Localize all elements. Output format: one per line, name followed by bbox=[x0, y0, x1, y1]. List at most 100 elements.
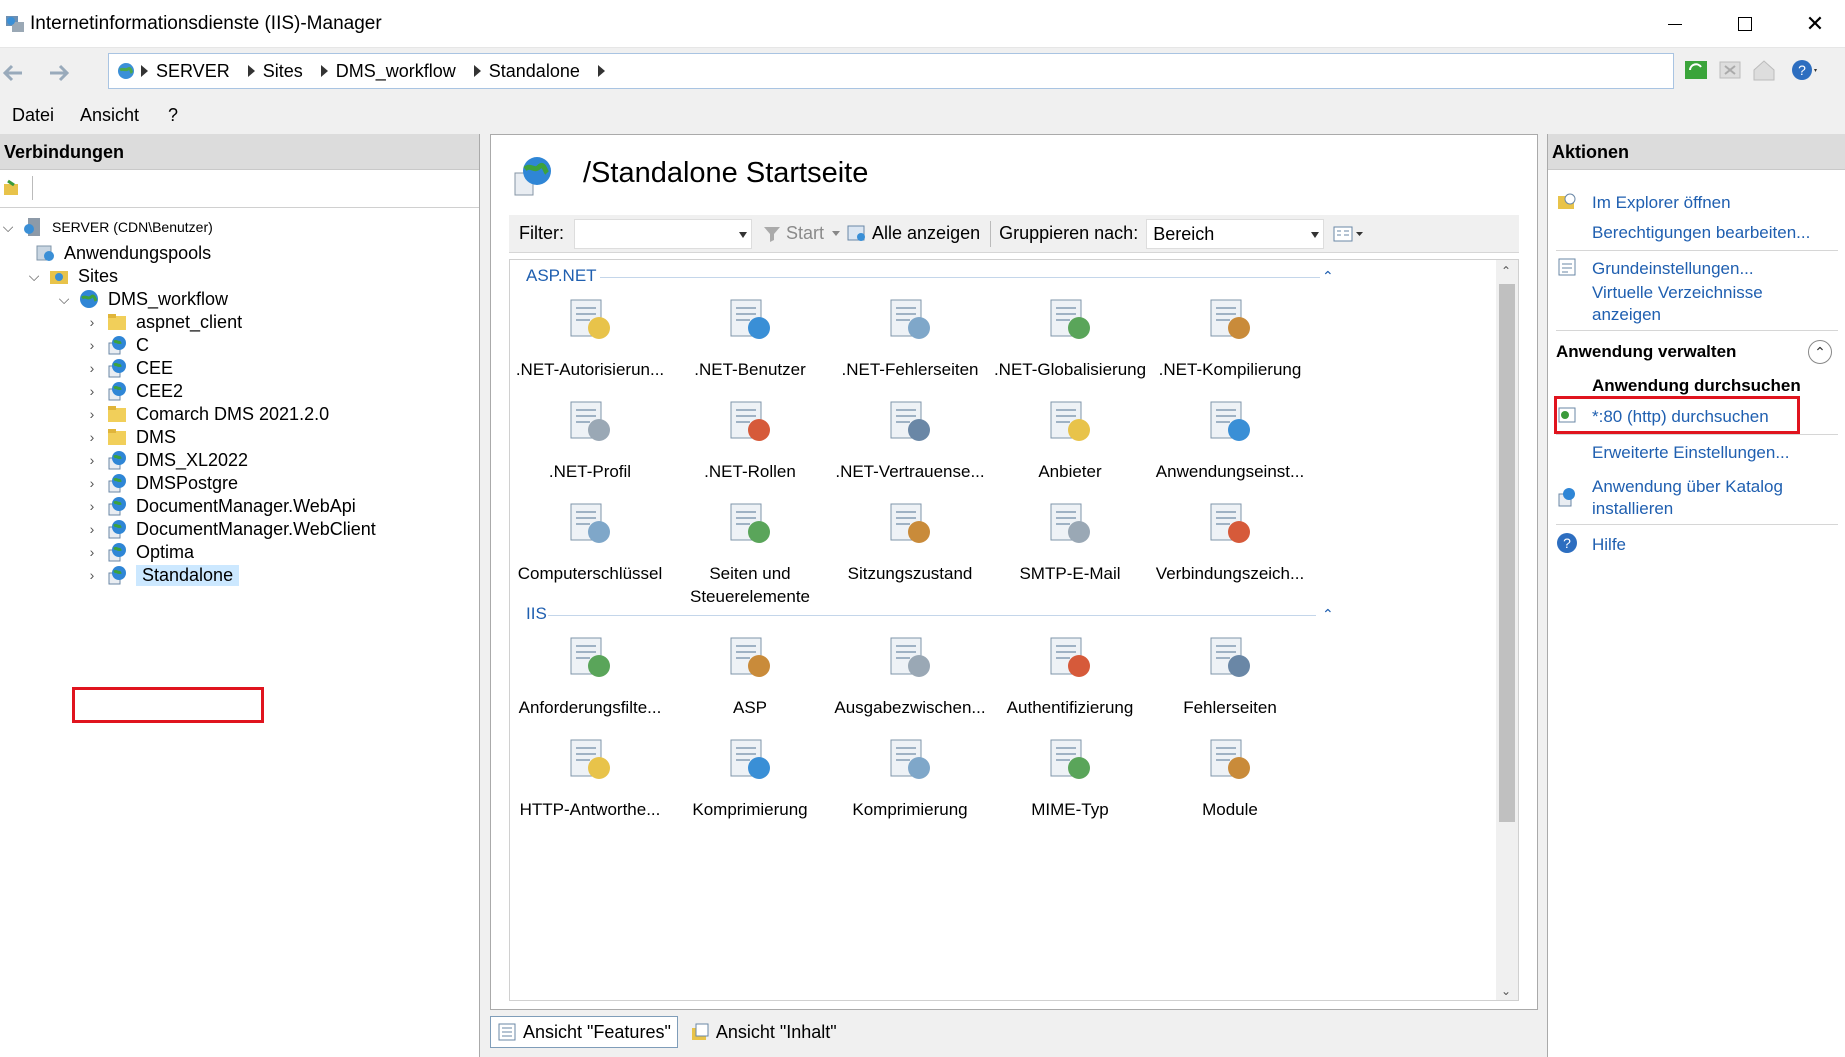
collapse-icon[interactable]: ⌵ bbox=[0, 219, 16, 235]
feature-item[interactable]: Fehlerseiten bbox=[1150, 630, 1310, 719]
breadcrumb-standalone[interactable]: Standalone bbox=[489, 61, 580, 82]
expand-icon[interactable]: › bbox=[84, 360, 100, 376]
menu-ansicht[interactable]: Ansicht bbox=[80, 105, 139, 126]
view-mode-icon[interactable] bbox=[1332, 224, 1366, 244]
action-install-catalog[interactable]: Anwendung über Katalog installieren bbox=[1592, 476, 1832, 520]
feature-item[interactable]: Anforderungsfilte... bbox=[510, 630, 670, 719]
add-connection-icon[interactable] bbox=[2, 178, 22, 198]
action-open-explorer[interactable]: Im Explorer öffnen bbox=[1592, 192, 1832, 214]
feature-item[interactable]: MIME-Typ bbox=[990, 732, 1150, 821]
feature-item[interactable]: .NET-Kompilierung bbox=[1150, 292, 1310, 381]
feature-item[interactable]: Komprimierung bbox=[830, 732, 990, 821]
scroll-up-icon[interactable]: ⌃ bbox=[1501, 264, 1511, 278]
feature-item[interactable]: Komprimierung bbox=[670, 732, 830, 821]
filter-input[interactable] bbox=[574, 218, 752, 249]
expand-icon[interactable]: › bbox=[84, 406, 100, 422]
home-icon[interactable] bbox=[1750, 56, 1778, 84]
feature-item[interactable]: .NET-Autorisierun... bbox=[510, 292, 670, 381]
browse-app-header: Anwendung durchsuchen bbox=[1592, 376, 1801, 395]
stop-icon[interactable] bbox=[1716, 56, 1744, 84]
app-pools-icon bbox=[36, 245, 54, 261]
page-title: /Standalone Startseite bbox=[583, 157, 869, 189]
help-dropdown-icon[interactable]: ? bbox=[1790, 56, 1818, 84]
scroll-thumb[interactable] bbox=[1499, 284, 1515, 822]
expand-icon[interactable]: › bbox=[84, 521, 100, 537]
maximize-button[interactable] bbox=[1710, 0, 1780, 48]
feature-item[interactable]: Ausgabezwischen... bbox=[830, 630, 990, 719]
feature-item[interactable]: HTTP-Antworthe... bbox=[510, 732, 670, 821]
feature-item[interactable]: Sitzungszustand bbox=[830, 496, 990, 585]
feature-label: Ausgabezwischen... bbox=[834, 698, 986, 717]
expand-icon[interactable]: › bbox=[84, 452, 100, 468]
feature-item[interactable]: Authentifizierung bbox=[990, 630, 1150, 719]
tree-node-server[interactable]: ⌵ SERVER (CDN\Benutzer) bbox=[0, 214, 213, 240]
feature-item[interactable]: .NET-Profil bbox=[510, 394, 670, 483]
expand-icon[interactable]: › bbox=[84, 337, 100, 353]
expand-icon[interactable]: › bbox=[84, 314, 100, 330]
collapse-group-icon[interactable]: ⌃ bbox=[1322, 268, 1334, 285]
feature-item[interactable]: Anwendungseinst... bbox=[1150, 394, 1310, 483]
catalog-install-icon bbox=[1558, 488, 1575, 507]
sites-folder-icon bbox=[50, 271, 68, 284]
feature-item[interactable]: .NET-Vertrauense... bbox=[830, 394, 990, 483]
title-bar: Internetinformationsdienste (IIS)-Manage… bbox=[0, 0, 1845, 48]
features-scrollbar[interactable]: ⌃ ⌄ bbox=[1496, 260, 1518, 1000]
expand-icon[interactable]: › bbox=[84, 383, 100, 399]
group-by-select[interactable]: Bereich bbox=[1146, 218, 1325, 249]
start-button[interactable]: Start bbox=[786, 223, 824, 244]
feature-label: ASP bbox=[732, 698, 768, 717]
show-all-button[interactable]: Alle anzeigen bbox=[872, 223, 980, 244]
breadcrumb-server[interactable]: SERVER bbox=[156, 61, 230, 82]
feature-label: Anbieter bbox=[1038, 462, 1102, 481]
scroll-down-icon[interactable]: ⌄ bbox=[1501, 984, 1511, 998]
feature-icon bbox=[1050, 739, 1090, 779]
tree-label-server: SERVER (CDN\Benutzer) bbox=[52, 219, 213, 235]
menu-datei[interactable]: Datei bbox=[12, 105, 54, 126]
collapse-group-icon[interactable]: ⌃ bbox=[1322, 606, 1334, 623]
feature-item[interactable]: Computerschlüssel bbox=[510, 496, 670, 585]
feature-label: Komprimierung bbox=[852, 800, 968, 819]
breadcrumb-sites[interactable]: Sites bbox=[263, 61, 303, 82]
tab-content-view[interactable]: Ansicht "Inhalt" bbox=[684, 1016, 843, 1048]
action-help[interactable]: Hilfe bbox=[1592, 534, 1832, 556]
action-virtual-directories[interactable]: Virtuelle Verzeichnisse anzeigen bbox=[1592, 282, 1832, 326]
action-advanced-settings[interactable]: Erweiterte Einstellungen... bbox=[1592, 442, 1832, 464]
feature-icon bbox=[570, 503, 610, 543]
action-edit-permissions[interactable]: Berechtigungen bearbeiten... bbox=[1592, 222, 1832, 244]
expand-icon[interactable]: › bbox=[84, 429, 100, 445]
back-button[interactable] bbox=[0, 60, 28, 86]
breadcrumb-dms-workflow[interactable]: DMS_workflow bbox=[336, 61, 456, 82]
features-view-icon bbox=[498, 1023, 516, 1041]
feature-item[interactable]: .NET-Rollen bbox=[670, 394, 830, 483]
feature-item[interactable]: .NET-Benutzer bbox=[670, 292, 830, 381]
app-globe-icon bbox=[108, 543, 126, 562]
feature-icon bbox=[1050, 299, 1090, 339]
feature-item[interactable]: SMTP-E-Mail bbox=[990, 496, 1150, 585]
expand-icon[interactable]: › bbox=[84, 498, 100, 514]
forward-button[interactable] bbox=[44, 60, 72, 86]
tab-features-view[interactable]: Ansicht "Features" bbox=[490, 1016, 678, 1048]
feature-item[interactable]: .NET-Fehlerseiten bbox=[830, 292, 990, 381]
feature-label: SMTP-E-Mail bbox=[1019, 564, 1121, 583]
menu-help[interactable]: ? bbox=[168, 105, 178, 126]
close-button[interactable]: ✕ bbox=[1780, 0, 1845, 48]
expand-icon[interactable]: › bbox=[84, 475, 100, 491]
collapse-icon[interactable]: ⌵ bbox=[26, 268, 42, 284]
feature-item[interactable]: Verbindungszeich... bbox=[1150, 496, 1310, 585]
address-bar[interactable]: SERVER Sites DMS_workflow Standalone bbox=[108, 53, 1674, 89]
group-header: IIS bbox=[526, 604, 547, 623]
action-basic-settings[interactable]: Grundeinstellungen... bbox=[1592, 258, 1832, 280]
feature-item[interactable]: .NET-Globalisierung bbox=[990, 292, 1150, 381]
expand-icon[interactable]: › bbox=[84, 567, 100, 583]
feature-item[interactable]: ASP bbox=[670, 630, 830, 719]
feature-item[interactable]: Anbieter bbox=[990, 394, 1150, 483]
feature-item[interactable]: Seiten und Steuerelemente bbox=[670, 496, 830, 608]
collapse-icon[interactable]: ⌵ bbox=[56, 291, 72, 307]
collapse-section-icon[interactable]: ⌃ bbox=[1808, 340, 1832, 364]
expand-icon[interactable]: › bbox=[84, 544, 100, 560]
minimize-button[interactable] bbox=[1640, 0, 1710, 48]
tree-node-child[interactable]: › Standalone bbox=[84, 562, 240, 588]
folder-icon bbox=[108, 314, 126, 330]
refresh-icon[interactable] bbox=[1682, 56, 1710, 84]
feature-item[interactable]: Module bbox=[1150, 732, 1310, 821]
